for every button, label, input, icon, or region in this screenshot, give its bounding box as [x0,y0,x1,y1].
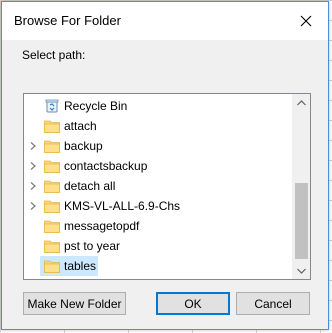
tree-item[interactable]: KMS-VL-ALL-6.9-Chs [24,196,292,216]
folder-icon [44,240,60,253]
chevron-down-icon [297,268,306,274]
close-button[interactable] [284,2,328,40]
tree-item-label: pst to year [64,239,121,253]
folder-icon [44,120,60,133]
chevron-right-icon[interactable] [28,181,38,191]
tree-item-label: messagetopdf [64,219,140,233]
folder-tree-list: Recycle Bin attach backup contactsbackup det… [24,94,292,279]
folder-icon [44,200,60,213]
chevron-right-icon[interactable] [28,141,38,151]
tree-item[interactable]: messagetopdf [24,216,292,236]
tree-item[interactable]: detach all [24,176,292,196]
tree-item-label: KMS-VL-ALL-6.9-Chs [64,199,181,213]
folder-icon [44,260,60,273]
title-bar: Browse For Folder [2,2,328,40]
cancel-button[interactable]: Cancel [236,292,310,315]
close-icon [300,15,312,27]
folder-icon [44,160,60,173]
chevron-right-icon[interactable] [28,201,38,211]
tree-item[interactable]: tables [24,256,292,276]
folder-tree[interactable]: Recycle Bin attach backup contactsbackup det… [23,93,311,280]
tree-item[interactable]: contactsbackup [24,156,292,176]
make-new-folder-button[interactable]: Make New Folder [23,292,126,315]
select-path-label: Select path: [22,48,86,62]
tree-item-label: detach all [64,179,116,193]
folder-icon [44,140,60,153]
browse-for-folder-dialog: Browse For Folder Select path: Recycle B… [1,1,329,330]
folder-icon [44,220,60,233]
tree-item-label: Recycle Bin [64,99,128,113]
tree-item-label: attach [64,119,97,133]
tree-item[interactable]: backup [24,136,292,156]
tree-item[interactable]: pst to year [24,236,292,256]
folder-icon [44,180,60,193]
scrollbar-thumb[interactable] [295,183,308,259]
tree-item-label: contactsbackup [64,159,148,173]
scroll-up-button[interactable] [293,94,310,111]
vertical-scrollbar[interactable] [292,94,310,279]
tree-item-label: tables [64,259,97,273]
ok-button[interactable]: OK [156,292,230,315]
tree-item[interactable]: attach [24,116,292,136]
chevron-up-icon [297,99,306,105]
dialog-title: Browse For Folder [14,13,121,28]
tree-item[interactable]: Recycle Bin [24,96,292,116]
chevron-right-icon[interactable] [28,161,38,171]
recycle-bin-icon [45,99,59,113]
scroll-down-button[interactable] [293,262,310,279]
tree-item-label: backup [64,139,103,153]
